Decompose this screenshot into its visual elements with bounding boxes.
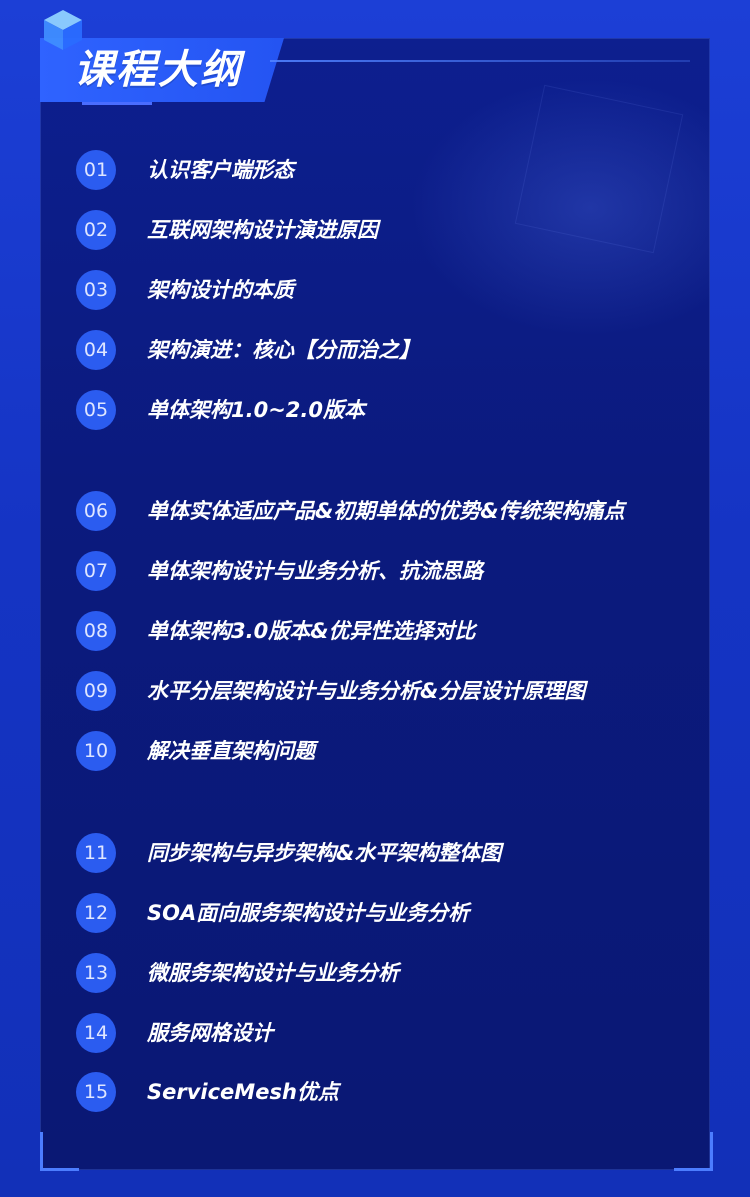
outline-item: 04 架构演进：核心【分而治之】 — [76, 330, 696, 370]
item-number-badge: 07 — [76, 551, 116, 591]
outline-item: 08 单体架构3.0版本&优异性选择对比 — [76, 611, 696, 651]
corner-bracket-bottom-left — [40, 1132, 79, 1171]
item-number-badge: 01 — [76, 150, 116, 190]
outline-item: 12 SOA面向服务架构设计与业务分析 — [76, 893, 696, 933]
item-label: 同步架构与异步架构&水平架构整体图 — [147, 841, 502, 865]
item-label: 单体架构设计与业务分析、抗流思路 — [147, 559, 483, 583]
outline-item: 11 同步架构与异步架构&水平架构整体图 — [76, 833, 696, 873]
corner-bracket-bottom-right — [674, 1132, 713, 1171]
item-label: SOA面向服务架构设计与业务分析 — [147, 901, 470, 925]
item-label: 水平分层架构设计与业务分析&分层设计原理图 — [147, 679, 586, 703]
item-label: 认识客户端形态 — [147, 158, 294, 182]
item-number-badge: 13 — [76, 953, 116, 993]
item-label: 服务网格设计 — [147, 1021, 273, 1045]
item-number-badge: 14 — [76, 1013, 116, 1053]
outline-item: 10 解决垂直架构问题 — [76, 731, 696, 771]
item-label: 解决垂直架构问题 — [147, 739, 315, 763]
item-number-badge: 12 — [76, 893, 116, 933]
item-number-badge: 08 — [76, 611, 116, 651]
item-number-badge: 02 — [76, 210, 116, 250]
item-label: 互联网架构设计演进原因 — [147, 218, 378, 242]
item-label: 架构演进：核心【分而治之】 — [147, 338, 420, 362]
outline-item: 13 微服务架构设计与业务分析 — [76, 953, 696, 993]
item-number-badge: 04 — [76, 330, 116, 370]
item-number-badge: 15 — [76, 1072, 116, 1112]
item-label: 架构设计的本质 — [147, 278, 294, 302]
item-number-badge: 05 — [76, 390, 116, 430]
item-number-badge: 09 — [76, 671, 116, 711]
item-label: 单体架构3.0版本&优异性选择对比 — [147, 619, 476, 643]
page-title: 课程大纲 — [74, 47, 242, 93]
outline-item: 09 水平分层架构设计与业务分析&分层设计原理图 — [76, 671, 696, 711]
header-divider-line — [270, 60, 690, 62]
outline-item: 01 认识客户端形态 — [76, 150, 696, 190]
outline-item: 06 单体实体适应产品&初期单体的优势&传统架构痛点 — [76, 491, 696, 531]
outline-item: 05 单体架构1.0~2.0版本 — [76, 390, 696, 430]
item-number-badge: 11 — [76, 833, 116, 873]
outline-item: 02 互联网架构设计演进原因 — [76, 210, 696, 250]
outline-panel — [40, 38, 710, 1170]
item-number-badge: 06 — [76, 491, 116, 531]
outline-item: 15 ServiceMesh优点 — [76, 1072, 696, 1112]
outline-item: 03 架构设计的本质 — [76, 270, 696, 310]
item-number-badge: 10 — [76, 731, 116, 771]
item-label: ServiceMesh优点 — [147, 1080, 339, 1104]
item-label: 单体实体适应产品&初期单体的优势&传统架构痛点 — [147, 499, 625, 523]
item-label: 单体架构1.0~2.0版本 — [147, 398, 365, 422]
item-number-badge: 03 — [76, 270, 116, 310]
outline-item: 07 单体架构设计与业务分析、抗流思路 — [76, 551, 696, 591]
item-label: 微服务架构设计与业务分析 — [147, 961, 399, 985]
outline-item: 14 服务网格设计 — [76, 1013, 696, 1053]
header-underline-accent — [82, 102, 152, 105]
